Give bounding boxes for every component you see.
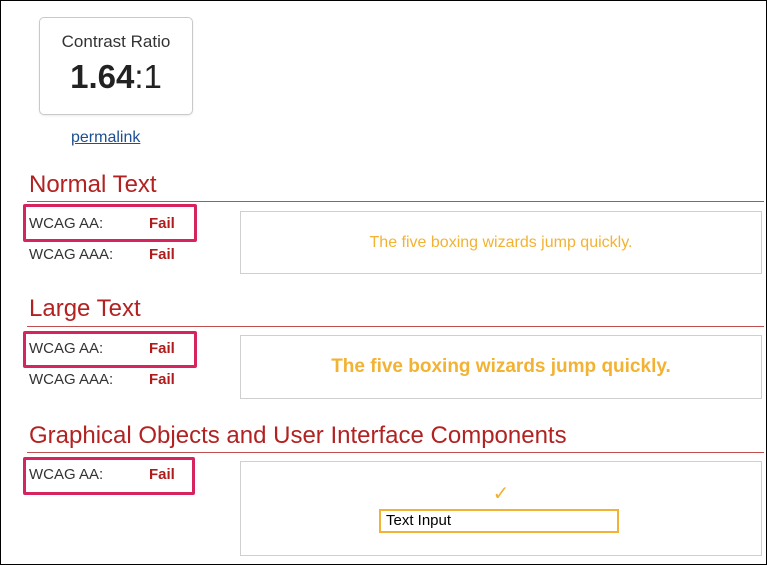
large-text-aaa-result: Fail <box>149 371 175 388</box>
contrast-ratio-number: 1.64 <box>70 58 135 95</box>
graphical-objects-divider <box>27 452 764 453</box>
permalink-link[interactable]: permalink <box>71 129 140 147</box>
graphical-objects-aa-highlight <box>23 457 195 495</box>
normal-text-sample-box: The five boxing wizards jump quickly. <box>240 211 762 274</box>
large-text-divider <box>27 326 764 327</box>
large-text-sample: The five boxing wizards jump quickly. <box>331 356 671 377</box>
graphical-objects-heading: Graphical Objects and User Interface Com… <box>29 422 567 449</box>
text-input-sample[interactable]: Text Input <box>379 509 619 533</box>
contrast-ratio-suffix: :1 <box>134 58 162 95</box>
normal-text-aaa-label: WCAG AAA: <box>29 246 114 263</box>
normal-text-aaa-row: WCAG AAA: Fail <box>29 246 175 263</box>
contrast-ratio-title: Contrast Ratio <box>61 32 171 51</box>
large-text-sample-box: The five boxing wizards jump quickly. <box>240 335 762 399</box>
graphical-objects-sample-box: ✓ Text Input <box>240 461 762 556</box>
contrast-ratio-value: 1.64:1 <box>40 58 192 96</box>
normal-text-sample: The five boxing wizards jump quickly. <box>369 234 633 251</box>
normal-text-aa-highlight <box>23 204 197 242</box>
large-text-heading: Large Text <box>29 295 141 322</box>
large-text-aaa-label: WCAG AAA: <box>29 371 114 388</box>
contrast-checker-panel: Contrast Ratio 1.64:1 permalink Normal T… <box>0 0 767 565</box>
contrast-ratio-box: Contrast Ratio 1.64:1 <box>39 17 193 115</box>
normal-text-heading: Normal Text <box>29 171 157 198</box>
normal-text-divider <box>27 201 764 202</box>
checkmark-icon: ✓ <box>492 483 510 505</box>
large-text-aaa-row: WCAG AAA: Fail <box>29 371 175 388</box>
normal-text-aaa-result: Fail <box>149 246 175 263</box>
large-text-aa-highlight <box>23 331 197 368</box>
